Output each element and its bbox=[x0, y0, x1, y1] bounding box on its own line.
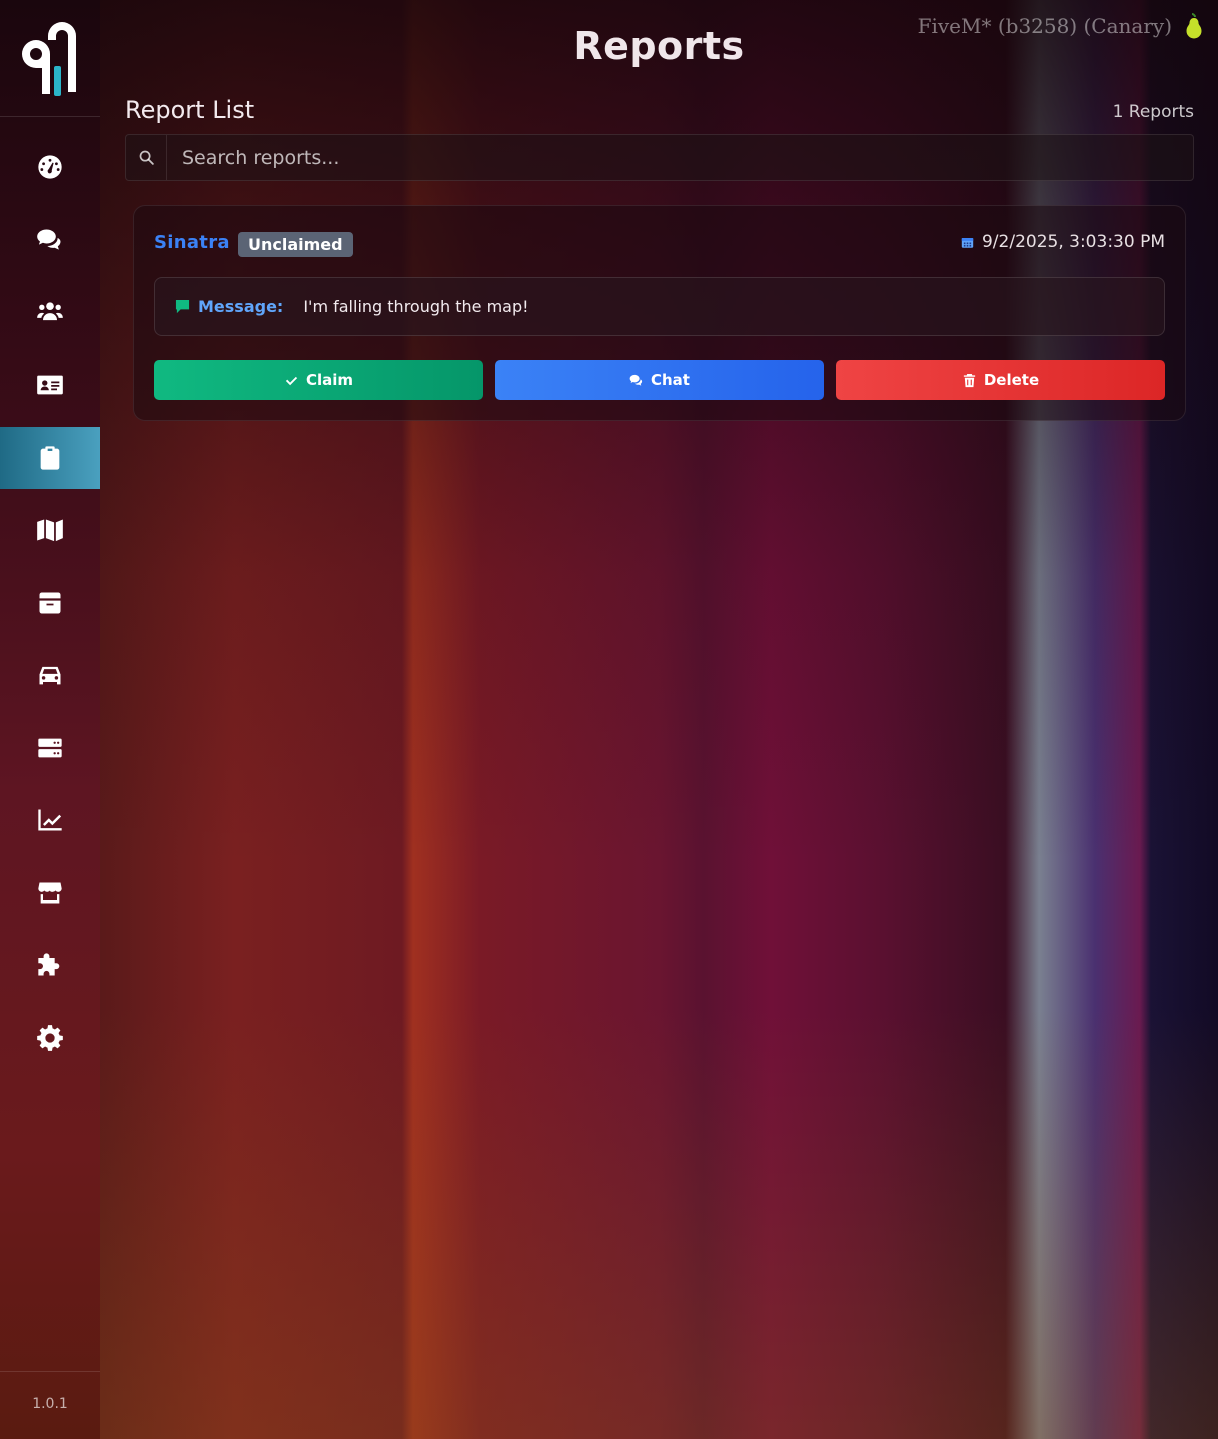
delete-label: Delete bbox=[983, 371, 1040, 389]
chat-label: Chat bbox=[651, 371, 690, 389]
id-card-icon bbox=[37, 375, 63, 395]
sidebar-item-players[interactable] bbox=[0, 281, 100, 343]
pear-icon bbox=[1186, 13, 1202, 39]
report-count: 1 Reports bbox=[1112, 102, 1194, 122]
sidebar-divider bbox=[0, 1371, 100, 1372]
search-input[interactable] bbox=[167, 135, 1193, 180]
users-icon bbox=[37, 302, 63, 321]
search-icon bbox=[139, 150, 154, 165]
app-logo bbox=[22, 22, 76, 96]
server-icon bbox=[38, 738, 62, 758]
message-text: I'm falling through the map! bbox=[303, 297, 529, 316]
sidebar-item-server[interactable] bbox=[0, 717, 100, 779]
box-icon bbox=[39, 592, 61, 614]
report-list-title: Report List bbox=[125, 96, 255, 124]
chart-icon bbox=[38, 809, 62, 831]
search-bar bbox=[125, 134, 1194, 181]
chat-icon bbox=[37, 229, 61, 250]
car-icon bbox=[39, 666, 61, 685]
map-icon bbox=[37, 519, 63, 542]
sidebar-item-map[interactable] bbox=[0, 499, 100, 561]
search-icon-wrap bbox=[126, 135, 167, 180]
comments-icon bbox=[629, 374, 643, 386]
sidebar-item-settings[interactable] bbox=[0, 1007, 100, 1069]
claim-label: Claim bbox=[305, 371, 354, 389]
delete-button[interactable]: Delete bbox=[836, 360, 1165, 400]
claim-button[interactable]: Claim bbox=[154, 360, 483, 400]
check-icon bbox=[285, 376, 298, 385]
app-version: 1.0.1 bbox=[32, 1396, 68, 1412]
gear-icon bbox=[37, 1025, 63, 1051]
sidebar-item-chat[interactable] bbox=[0, 209, 100, 271]
sidebar-item-store[interactable] bbox=[0, 862, 100, 924]
sidebar-item-analytics[interactable] bbox=[0, 789, 100, 851]
timestamp-text: 9/2/2025, 3:03:30 PM bbox=[981, 232, 1165, 252]
sidebar-item-characters[interactable] bbox=[0, 354, 100, 416]
server-info: FiveM* (b3258) (Canary) bbox=[917, 14, 1172, 38]
puzzle-icon bbox=[38, 953, 60, 976]
store-icon bbox=[38, 882, 62, 904]
sidebar-item-plugins[interactable] bbox=[0, 934, 100, 996]
sidebar-divider bbox=[0, 116, 100, 117]
sidebar-item-dashboard[interactable] bbox=[0, 136, 100, 198]
sidebar-item-reports[interactable] bbox=[0, 427, 100, 489]
sidebar-item-vehicles[interactable] bbox=[0, 644, 100, 706]
report-card: Sinatra Unclaimed 9/2/2025, 3:03:30 PM M… bbox=[133, 205, 1186, 421]
trash-icon bbox=[963, 373, 975, 387]
clipboard-icon bbox=[40, 446, 60, 470]
status-badge: Unclaimed bbox=[238, 232, 353, 257]
sidebar: 1.0.1 bbox=[0, 0, 100, 1439]
player-name[interactable]: Sinatra bbox=[154, 232, 230, 253]
sidebar-item-inventory[interactable] bbox=[0, 572, 100, 634]
report-timestamp: 9/2/2025, 3:03:30 PM bbox=[961, 232, 1165, 252]
message-box: Message: I'm falling through the map! bbox=[154, 277, 1165, 336]
calendar-icon bbox=[961, 237, 974, 248]
message-label: Message: bbox=[198, 297, 284, 316]
chat-button[interactable]: Chat bbox=[495, 360, 824, 400]
message-icon bbox=[175, 299, 190, 314]
dashboard-icon bbox=[38, 155, 62, 179]
